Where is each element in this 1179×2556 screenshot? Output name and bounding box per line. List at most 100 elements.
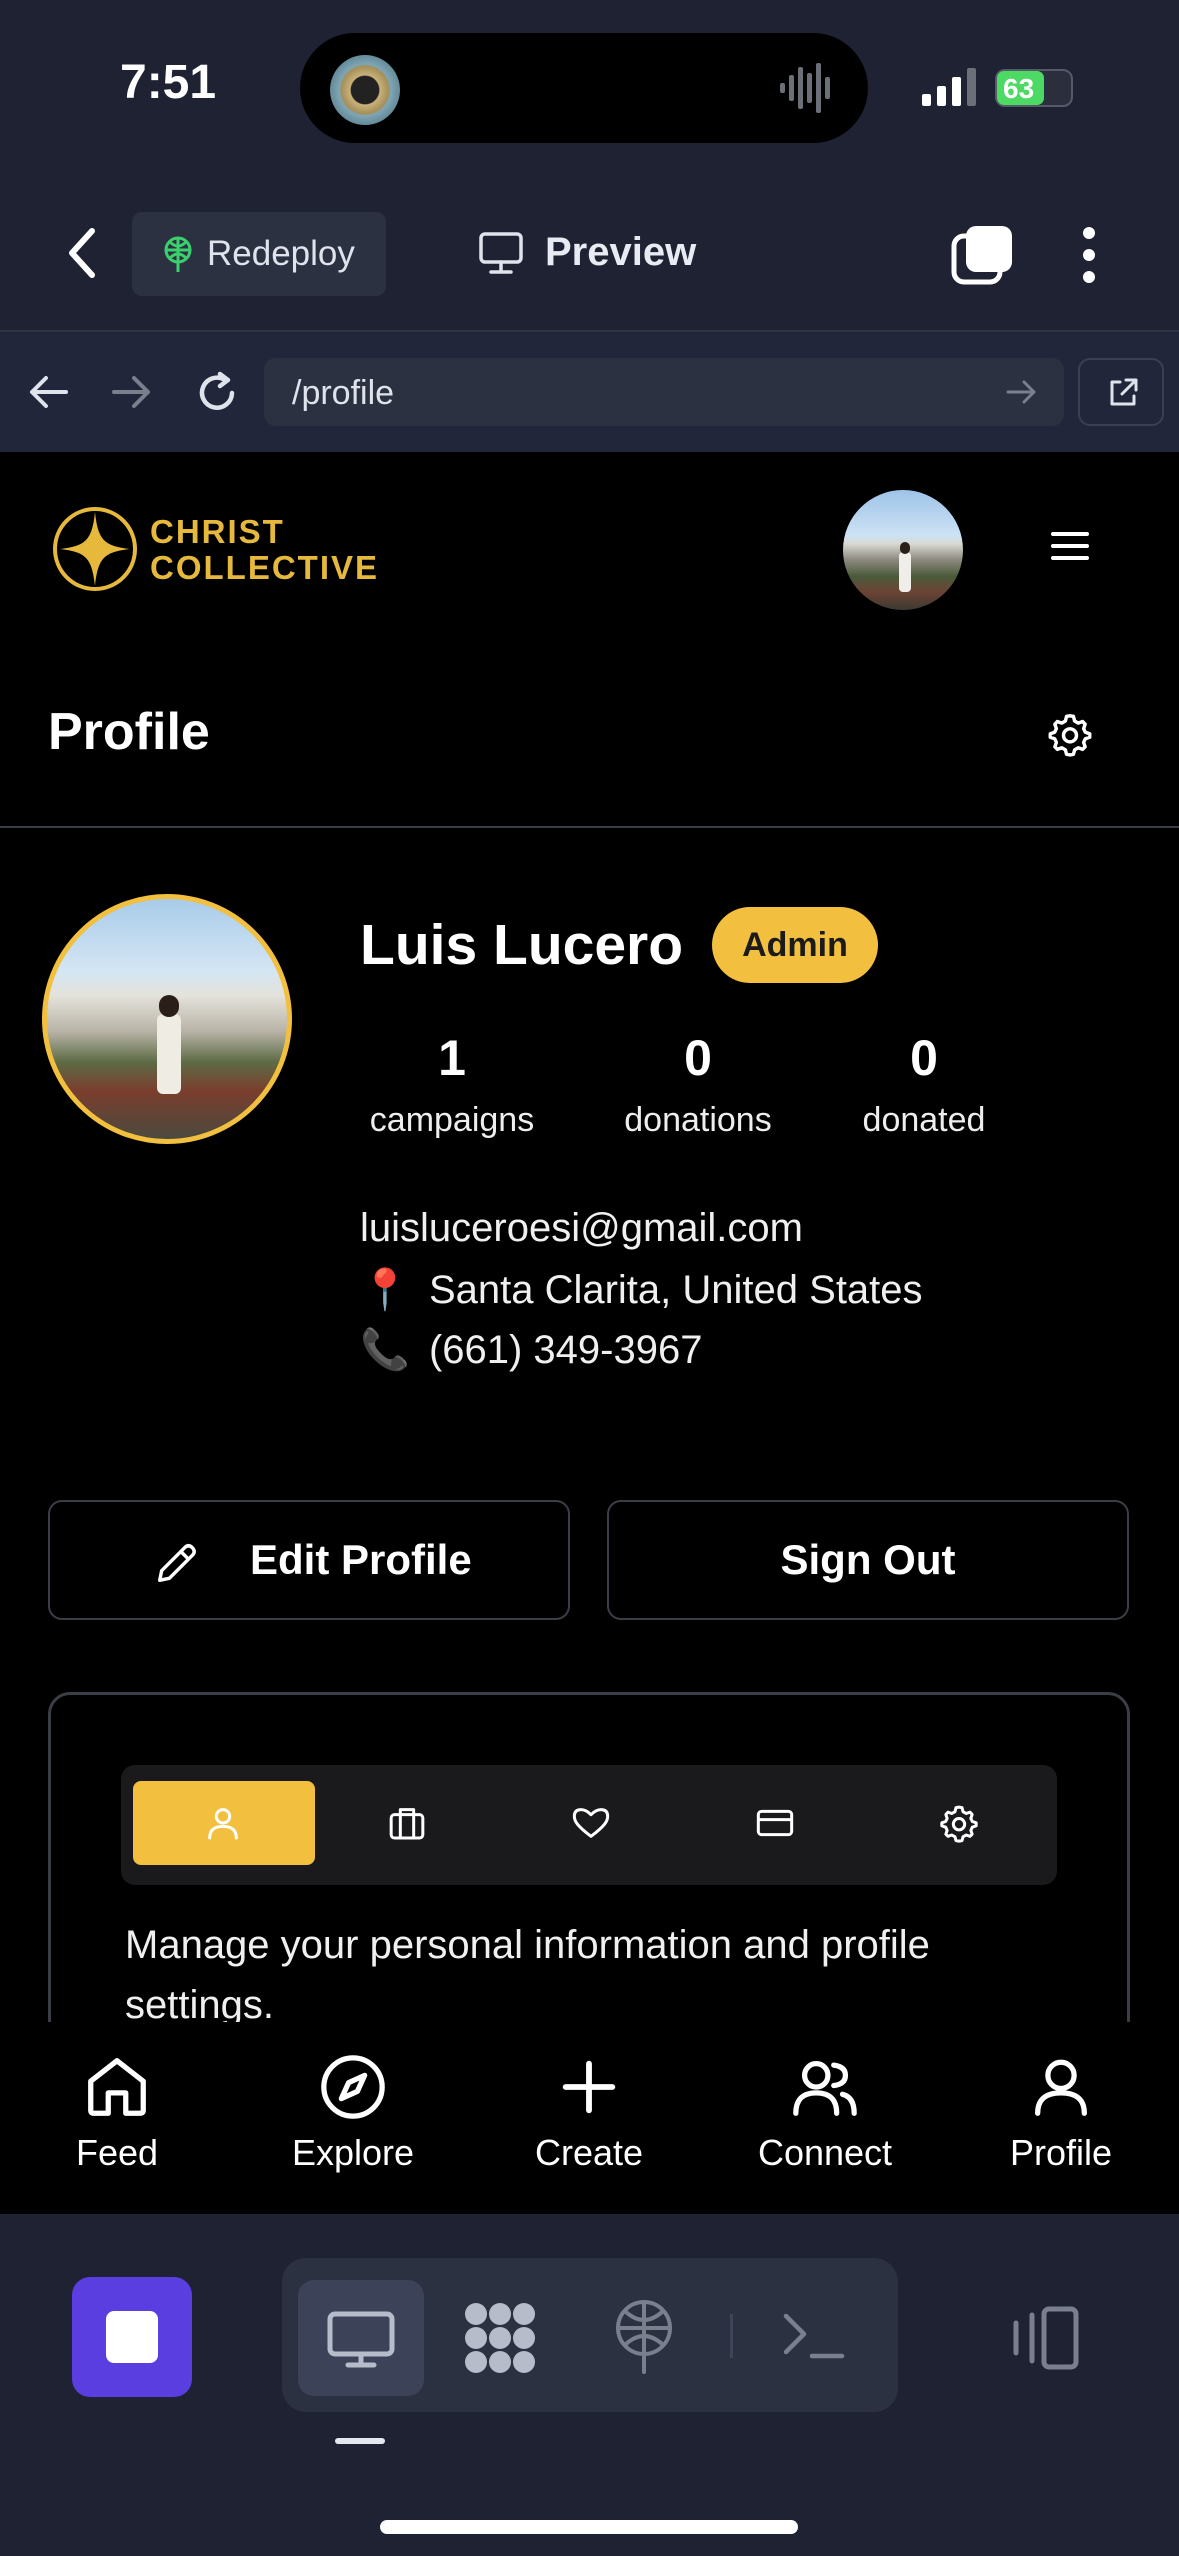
sign-out-label: Sign Out	[780, 1536, 956, 1583]
profile-phone: 📞 (661) 349-3967	[360, 1326, 702, 1373]
page-title: Profile	[48, 703, 210, 761]
audio-waveform-icon	[778, 63, 838, 113]
nav-profile[interactable]: Profile	[961, 2052, 1161, 2174]
edit-profile-label: Edit Profile	[250, 1536, 472, 1583]
phone-icon: 📞	[360, 1328, 410, 1372]
brand-logo-text[interactable]: CHRIST COLLECTIVE	[150, 514, 379, 586]
profile-name: Luis Lucero	[360, 913, 684, 977]
phone-text: (661) 349-3967	[428, 1328, 703, 1372]
location-pin-icon: 📍	[360, 1268, 410, 1312]
logo-line-1: CHRIST	[150, 513, 285, 550]
profile-email: luisluceroesi@gmail.com	[360, 1206, 803, 1250]
browser-forward-icon[interactable]	[110, 372, 154, 412]
stop-button[interactable]	[72, 2277, 192, 2397]
stat-campaigns-value: 1	[438, 1030, 466, 1086]
nav-profile-label: Profile	[1009, 2132, 1113, 2173]
admin-badge: Admin	[712, 907, 878, 983]
site-viewport: CHRIST COLLECTIVE Profile Luis Lucero Ad…	[0, 452, 1179, 2214]
stop-icon	[106, 2311, 158, 2363]
monitor-icon	[327, 2311, 395, 2368]
stat-donated: 0 donated	[824, 1029, 1024, 1140]
deploy-icon	[158, 234, 198, 274]
gear-icon	[940, 1805, 978, 1843]
nav-feed[interactable]: Feed	[17, 2052, 217, 2174]
nav-explore[interactable]: Explore	[253, 2052, 453, 2174]
stat-campaigns-label: campaigns	[369, 1101, 535, 1139]
external-link-icon	[1106, 376, 1140, 410]
more-menu-icon[interactable]	[1076, 225, 1102, 285]
url-text: /profile	[292, 374, 395, 412]
profile-tabs	[121, 1765, 1057, 1885]
nav-create[interactable]: Create	[489, 2052, 689, 2174]
tool-preview[interactable]	[298, 2280, 424, 2396]
panel-toggle-icon[interactable]	[1010, 2305, 1080, 2371]
header-avatar[interactable]	[843, 490, 963, 610]
sign-out-button[interactable]: Sign Out	[607, 1500, 1129, 1620]
tab-favorites[interactable]	[501, 1781, 683, 1865]
battery-icon: 63	[995, 69, 1073, 107]
go-arrow-icon[interactable]	[1006, 378, 1038, 406]
profile-avatar[interactable]	[42, 894, 292, 1144]
preview-label: Preview	[545, 230, 697, 274]
tab-personal[interactable]	[133, 1781, 315, 1865]
home-indicator[interactable]	[380, 2520, 798, 2534]
nav-create-label: Create	[534, 2132, 644, 2173]
reload-icon[interactable]	[192, 368, 242, 418]
christ-collective-logo-icon[interactable]	[50, 504, 140, 594]
compass-icon	[321, 2055, 385, 2119]
stat-campaigns: 1 campaigns	[352, 1029, 552, 1140]
users-icon	[793, 2061, 857, 2116]
stat-donated-label: donated	[862, 1101, 986, 1139]
user-icon	[208, 1808, 238, 1840]
active-tool-indicator	[335, 2438, 385, 2444]
signal-icon	[922, 66, 980, 106]
tool-shell[interactable]	[782, 2308, 846, 2364]
nav-connect[interactable]: Connect	[725, 2052, 925, 2174]
tabs-icon[interactable]	[950, 222, 1016, 288]
nav-explore-label: Explore	[291, 2132, 415, 2173]
user-icon	[1035, 2059, 1087, 2116]
hamburger-menu-icon[interactable]	[1050, 530, 1090, 562]
open-external-button[interactable]	[1078, 358, 1164, 426]
tab-settings[interactable]	[869, 1781, 1051, 1865]
browser-back-icon[interactable]	[26, 372, 70, 412]
nav-connect-label: Connect	[757, 2132, 893, 2173]
logo-line-2: COLLECTIVE	[150, 549, 380, 586]
monitor-icon	[478, 231, 524, 275]
stat-donated-value: 0	[910, 1030, 938, 1086]
now-playing-artwork	[330, 55, 400, 125]
tool-agent[interactable]	[462, 2300, 538, 2376]
briefcase-icon	[389, 1808, 425, 1840]
settings-gear-icon[interactable]	[1047, 711, 1093, 757]
stat-donations: 0 donations	[598, 1029, 798, 1140]
card-description: Manage your personal information and pro…	[125, 1923, 930, 2027]
deploy-icon	[616, 2300, 672, 2374]
stat-donations-value: 0	[684, 1030, 712, 1086]
nav-feed-label: Feed	[75, 2132, 159, 2173]
terminal-icon	[783, 2313, 845, 2359]
tab-campaigns[interactable]	[317, 1781, 499, 1865]
tab-payments[interactable]	[685, 1781, 867, 1865]
profile-location: 📍 Santa Clarita, United States	[360, 1266, 923, 1313]
redeploy-button[interactable]: Redeploy	[132, 212, 386, 296]
pencil-icon	[154, 1540, 200, 1586]
edit-profile-button[interactable]: Edit Profile	[48, 1500, 570, 1620]
tool-deploy[interactable]	[612, 2298, 676, 2374]
tool-divider	[730, 2314, 733, 2358]
home-icon	[88, 2058, 146, 2116]
plus-icon	[562, 2060, 616, 2114]
stat-donations-label: donations	[624, 1101, 772, 1139]
tool-switcher	[282, 2258, 898, 2412]
back-button[interactable]	[62, 225, 102, 281]
dynamic-island	[300, 33, 868, 143]
bottom-nav: Feed Explore Create Connect Profile	[0, 2022, 1179, 2214]
url-field[interactable]: /profile	[264, 358, 1064, 426]
redeploy-label: Redeploy	[207, 234, 355, 273]
status-time: 7:51	[120, 56, 217, 109]
header-divider	[0, 826, 1179, 828]
agent-icon	[465, 2303, 535, 2373]
battery-percent: 63	[1003, 73, 1035, 104]
credit-card-icon	[756, 1809, 794, 1837]
heart-icon	[572, 1808, 610, 1838]
location-text: Santa Clarita, United States	[428, 1268, 923, 1312]
